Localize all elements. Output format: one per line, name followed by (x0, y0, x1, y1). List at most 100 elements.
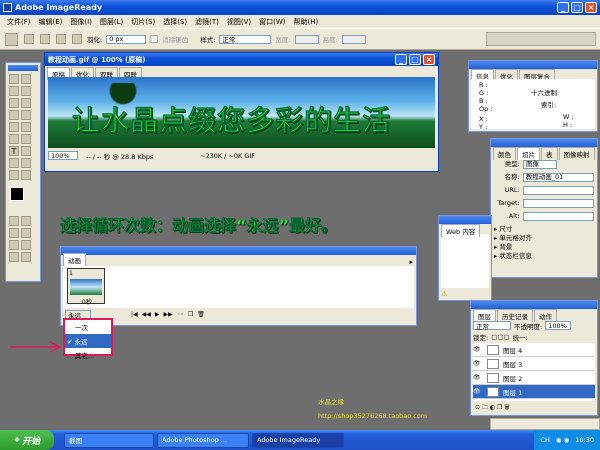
jump-to-photoshop-icon[interactable] (9, 252, 19, 262)
delete-frame-icon[interactable]: 🗑 (197, 311, 205, 318)
move-icon[interactable] (21, 74, 31, 84)
minimize-icon[interactable]: _ (557, 2, 569, 13)
target-input[interactable] (522, 199, 594, 208)
layer-row[interactable]: 👁 图层 1 (473, 385, 595, 399)
pencil-icon[interactable] (21, 110, 31, 120)
layer-row[interactable]: 👁 图层 4 (473, 343, 595, 357)
eyedropper-icon[interactable] (21, 158, 31, 168)
layer-row[interactable]: 👁 图层 2 (473, 371, 595, 385)
palette-well[interactable] (486, 32, 596, 46)
play-icon[interactable]: ▶ (155, 311, 160, 318)
browser-preview-icon[interactable] (21, 228, 31, 238)
slice-section[interactable]: ▸ 背景 (494, 243, 594, 252)
blur-icon[interactable] (9, 134, 19, 144)
selection-intersect-icon[interactable] (72, 34, 82, 44)
dodge-icon[interactable] (21, 134, 31, 144)
rollover-icon[interactable] (21, 216, 31, 226)
new-frame-icon[interactable]: ❐ (188, 311, 193, 318)
taskbar-task[interactable]: 截图 (64, 432, 154, 448)
eye-icon[interactable]: 👁 (473, 388, 483, 395)
crop-icon[interactable] (9, 98, 19, 108)
loop-option-once[interactable]: 一次 (65, 320, 111, 334)
prev-frame-icon[interactable]: ◀◀ (142, 311, 151, 318)
size-select[interactable]: ~230K / ~0K GIF (198, 151, 308, 160)
screen-mode-icon[interactable] (9, 240, 19, 250)
type-icon[interactable]: T (9, 146, 19, 156)
maximize-icon[interactable]: □ (571, 2, 583, 13)
tab-slice-3[interactable]: 图像映射 (558, 147, 595, 160)
selection-subtract-icon[interactable] (56, 34, 66, 44)
slice-section[interactable]: ▸ 状态栏信息 (494, 252, 594, 261)
menu-item[interactable]: 滤镜(T) (191, 17, 223, 27)
next-frame-icon[interactable]: ▶▶ (164, 311, 173, 318)
menu-item[interactable]: 图层(L) (96, 17, 127, 27)
doc-minimize-icon[interactable]: _ (395, 54, 407, 65)
menu-item[interactable]: 视图(V) (223, 17, 255, 27)
width-input[interactable] (294, 34, 319, 44)
name-input[interactable]: 教程动画_01 (522, 173, 594, 182)
doc-close-icon[interactable]: × (423, 54, 435, 65)
doc-maximize-icon[interactable]: □ (409, 54, 421, 65)
selection-add-icon[interactable] (40, 34, 50, 44)
eye-icon[interactable]: 👁 (473, 374, 483, 381)
foreground-color[interactable] (10, 187, 24, 201)
alt-input[interactable] (522, 212, 594, 221)
eraser-icon[interactable] (9, 122, 19, 132)
menu-item[interactable]: 编辑(E) (35, 17, 67, 27)
taskbar-task[interactable]: Adobe Photoshop ... (157, 432, 249, 448)
feather-input[interactable]: 0 px (106, 34, 147, 44)
opacity-input[interactable]: 100% (545, 321, 572, 330)
slice-icon[interactable] (21, 98, 31, 108)
style-select[interactable]: 正常 (219, 34, 272, 44)
imagemap-icon[interactable] (9, 216, 19, 226)
frame-1[interactable]: 1 0秒 (67, 268, 105, 306)
menu-item[interactable]: 切片(S) (127, 17, 159, 27)
fullscreen-icon[interactable] (21, 240, 31, 250)
slice-section[interactable]: ▸ 尺寸 (494, 225, 594, 234)
bucket-icon[interactable] (21, 122, 31, 132)
loop-option-other[interactable]: 其它... (65, 348, 111, 362)
marquee-icon[interactable] (9, 74, 19, 84)
menu-item[interactable]: 帮助(H) (290, 17, 323, 27)
tray-icons[interactable]: ◉ ◉ (556, 436, 569, 444)
height-input[interactable] (341, 34, 366, 44)
selection-new-icon[interactable] (24, 34, 34, 44)
antialias-checkbox[interactable] (150, 35, 159, 43)
taskbar-task[interactable]: Adobe ImageReady (252, 432, 344, 448)
zoom-icon[interactable] (21, 170, 31, 180)
menu-item[interactable]: 图像(I) (66, 17, 96, 27)
notes-icon[interactable] (9, 158, 19, 168)
lasso-icon[interactable] (9, 86, 19, 96)
language-indicator[interactable]: CH (540, 436, 549, 444)
blend-mode-select[interactable]: 正常 (473, 321, 511, 331)
eye-icon[interactable]: 👁 (473, 360, 483, 367)
shape-icon[interactable] (21, 146, 31, 156)
tab-animation[interactable]: 动画 (63, 253, 86, 266)
zoom-select[interactable]: 100% (48, 151, 78, 160)
loop-option-forever[interactable]: ✔ 永远 (65, 334, 111, 348)
animation-menu-icon[interactable]: ▸ (409, 258, 413, 266)
marquee-tool-icon[interactable] (5, 32, 18, 46)
hand-icon[interactable] (9, 170, 19, 180)
jump-to-icon[interactable] (21, 252, 31, 262)
slice-section[interactable]: ▸ 单元格对齐 (494, 234, 594, 243)
tween-icon[interactable]: ◦◦ (177, 311, 184, 318)
close-icon[interactable]: × (585, 2, 597, 13)
url-input[interactable] (522, 186, 594, 195)
preview-icon[interactable] (9, 228, 19, 238)
menu-item[interactable]: 窗口(W) (255, 17, 289, 27)
lock-icon[interactable]: ▢▢▢ (491, 333, 509, 341)
start-button[interactable]: ❖ 开始 (0, 430, 54, 450)
frame-delay[interactable]: 0秒 (68, 299, 92, 306)
tab-slice-2[interactable]: 表 (541, 147, 558, 160)
speed-select[interactable]: -- / -- 秒 @ 28.8 Kbps (84, 151, 192, 161)
menu-item[interactable]: 文件(F) (3, 17, 35, 27)
type-select[interactable]: 图像 (523, 160, 557, 169)
eye-icon[interactable]: 👁 (473, 346, 483, 353)
magic-wand-icon[interactable] (21, 86, 31, 96)
first-frame-icon[interactable]: |◀ (131, 311, 138, 318)
layer-row[interactable]: 👁 图层 3 (473, 357, 595, 371)
brush-icon[interactable] (9, 110, 19, 120)
tab-web-0[interactable]: Web 内容 (441, 224, 481, 237)
menu-item[interactable]: 选择(S) (159, 17, 191, 27)
